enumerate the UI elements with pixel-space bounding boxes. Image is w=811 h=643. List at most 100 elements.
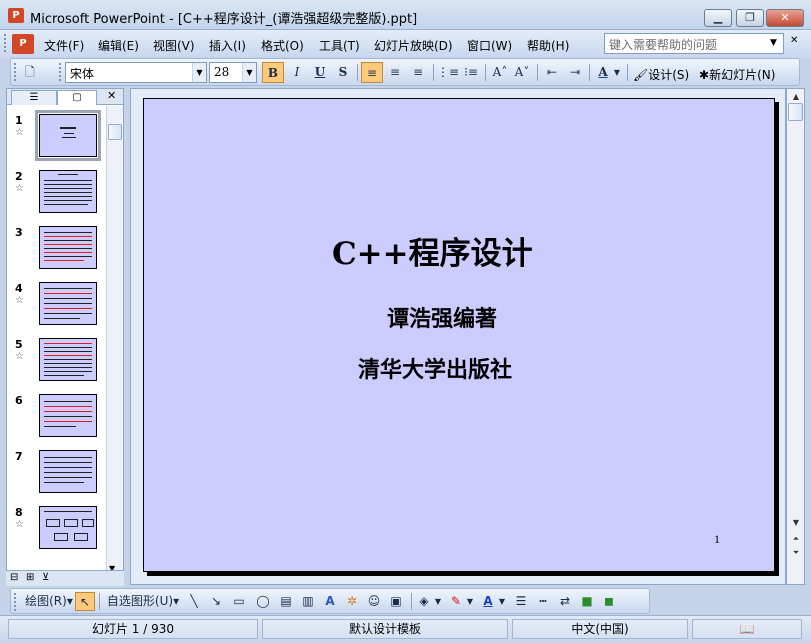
- slide-thumbnail-2[interactable]: 2 ☆: [7, 170, 110, 220]
- clipart-icon[interactable]: ☺: [365, 592, 383, 611]
- menu-window[interactable]: 窗口(W): [467, 37, 512, 54]
- menu-help[interactable]: 帮助(H): [527, 37, 569, 54]
- chevron-down-icon[interactable]: ▼: [192, 63, 206, 82]
- menu-view[interactable]: 视图(V): [153, 37, 195, 54]
- arrow-icon[interactable]: ↘: [207, 592, 225, 611]
- minimize-button[interactable]: ▁: [704, 9, 732, 27]
- menu-insert[interactable]: 插入(I): [209, 37, 246, 54]
- document-icon[interactable]: P: [12, 34, 34, 54]
- slide-author[interactable]: 谭浩强编著: [387, 301, 497, 333]
- slide-canvas[interactable]: [143, 98, 775, 572]
- toolbar-gripper[interactable]: [14, 593, 17, 611]
- decrease-indent-icon[interactable]: ⇤: [541, 62, 563, 83]
- chevron-down-icon[interactable]: ▼: [497, 592, 507, 611]
- vertical-textbox-icon[interactable]: ▥: [299, 592, 317, 611]
- slide-thumbnail-5[interactable]: 5 ☆: [7, 338, 110, 388]
- slide-preview[interactable]: [39, 282, 97, 325]
- menu-file[interactable]: 文件(F): [44, 37, 84, 54]
- normal-view-icon[interactable]: ⊟: [10, 572, 18, 583]
- line-icon[interactable]: ╲: [185, 592, 203, 611]
- scrollbar-thumb[interactable]: [108, 124, 122, 140]
- numbering-icon[interactable]: ⋮≡: [437, 62, 459, 83]
- dash-style-icon[interactable]: ┅: [533, 592, 553, 611]
- slide-thumbnail-3[interactable]: 3: [7, 226, 110, 276]
- increase-indent-icon[interactable]: ⇥: [564, 62, 586, 83]
- align-center-icon[interactable]: ≡: [384, 62, 406, 83]
- increase-font-icon[interactable]: A˄: [489, 62, 511, 83]
- menu-slideshow[interactable]: 幻灯片放映(D): [374, 37, 453, 54]
- decrease-font-icon[interactable]: A˅: [511, 62, 533, 83]
- outline-tab[interactable]: ☰: [11, 90, 57, 105]
- spelling-status-icon[interactable]: 📖: [692, 619, 802, 639]
- autoshapes-button[interactable]: 自选图形(U)▾: [103, 592, 183, 611]
- align-right-icon[interactable]: ≡: [407, 62, 429, 83]
- chevron-down-icon[interactable]: ▼: [465, 592, 475, 611]
- slides-tab[interactable]: ▢: [57, 90, 97, 105]
- slide-thumbnail-8[interactable]: 8 ☆: [7, 506, 110, 556]
- slide-thumbnail-4[interactable]: 4 ☆: [7, 282, 110, 332]
- help-search-input[interactable]: 键入需要帮助的问题: [604, 33, 784, 54]
- scroll-down-icon[interactable]: ▼: [789, 517, 803, 529]
- select-objects-icon[interactable]: ↖: [75, 592, 95, 611]
- picture-icon[interactable]: ▣: [387, 592, 405, 611]
- menu-tools[interactable]: 工具(T): [319, 37, 360, 54]
- bullets-icon[interactable]: ⁝≡: [460, 62, 482, 83]
- wordart-icon[interactable]: A: [321, 592, 339, 611]
- slide-thumbnail-6[interactable]: 6: [7, 394, 110, 444]
- maximize-button[interactable]: ❐: [736, 9, 764, 27]
- draw-menu-button[interactable]: 绘图(R)▾: [21, 592, 77, 611]
- rectangle-icon[interactable]: ▭: [229, 592, 249, 611]
- new-slide-button[interactable]: ✱新幻灯片(N): [699, 66, 775, 83]
- slide-title[interactable]: C++程序设计: [332, 228, 533, 273]
- menu-edit[interactable]: 编辑(E): [98, 37, 139, 54]
- chevron-down-icon[interactable]: ▼: [433, 592, 443, 611]
- toolbar-gripper[interactable]: [14, 63, 17, 81]
- underline-button[interactable]: U: [309, 62, 331, 83]
- fill-color-icon[interactable]: ◈: [415, 592, 433, 611]
- arrow-style-icon[interactable]: ⇄: [555, 592, 575, 611]
- thumbnail-scrollbar[interactable]: ▼: [106, 106, 123, 584]
- chevron-down-icon[interactable]: ▼: [611, 62, 623, 83]
- scroll-up-icon[interactable]: ▲: [789, 91, 803, 103]
- 3d-style-icon[interactable]: ◼: [599, 592, 619, 611]
- new-document-icon[interactable]: 🗋: [19, 62, 41, 83]
- line-color-icon[interactable]: ✎: [447, 592, 465, 611]
- menu-format[interactable]: 格式(O): [261, 37, 304, 54]
- font-name-select[interactable]: 宋体 ▼: [65, 62, 207, 83]
- slide-preview[interactable]: [39, 170, 97, 213]
- slide-publisher[interactable]: 清华大学出版社: [358, 352, 512, 384]
- chevron-down-icon[interactable]: ▼: [242, 63, 256, 82]
- slideshow-view-icon[interactable]: ⊻: [42, 572, 49, 583]
- slide-thumbnail-7[interactable]: 7: [7, 450, 110, 500]
- slide-preview[interactable]: [39, 226, 97, 269]
- close-button[interactable]: ✕: [766, 9, 804, 27]
- slide-scrollbar[interactable]: ▲ ▼ ⏶ ⏷: [786, 88, 805, 585]
- scrollbar-thumb[interactable]: [788, 103, 803, 121]
- doc-close-icon[interactable]: ✕: [790, 35, 801, 47]
- slide-preview[interactable]: [39, 506, 97, 549]
- design-template[interactable]: 默认设计模板: [262, 619, 508, 639]
- diagram-icon[interactable]: ✲: [343, 592, 361, 611]
- close-pane-icon[interactable]: ✕: [107, 89, 116, 102]
- previous-slide-icon[interactable]: ⏶: [789, 533, 803, 545]
- help-dropdown-icon[interactable]: ▼: [770, 38, 777, 48]
- slide-sorter-icon[interactable]: ⊞: [26, 572, 34, 583]
- design-button[interactable]: 🖌设计(S): [633, 66, 689, 83]
- toolbar-gripper-2[interactable]: [59, 63, 62, 81]
- slide-thumbnail-1[interactable]: 1 ☆: [7, 110, 110, 164]
- slide-preview[interactable]: [39, 338, 97, 381]
- line-style-icon[interactable]: ☰: [511, 592, 531, 611]
- shadow-button[interactable]: S: [332, 62, 354, 83]
- slide-preview[interactable]: [39, 450, 97, 493]
- align-left-icon[interactable]: ≡: [361, 62, 383, 83]
- slide-preview[interactable]: [35, 110, 101, 161]
- textbox-icon[interactable]: ▤: [277, 592, 295, 611]
- font-size-select[interactable]: 28 ▼: [209, 62, 257, 83]
- italic-button[interactable]: I: [286, 62, 308, 83]
- menu-gripper[interactable]: [4, 34, 7, 52]
- shadow-style-icon[interactable]: ■: [577, 592, 597, 611]
- font-color-icon[interactable]: A: [479, 592, 497, 611]
- slide-preview[interactable]: [39, 394, 97, 437]
- oval-icon[interactable]: ◯: [253, 592, 273, 611]
- powerpoint-icon[interactable]: P: [8, 8, 24, 23]
